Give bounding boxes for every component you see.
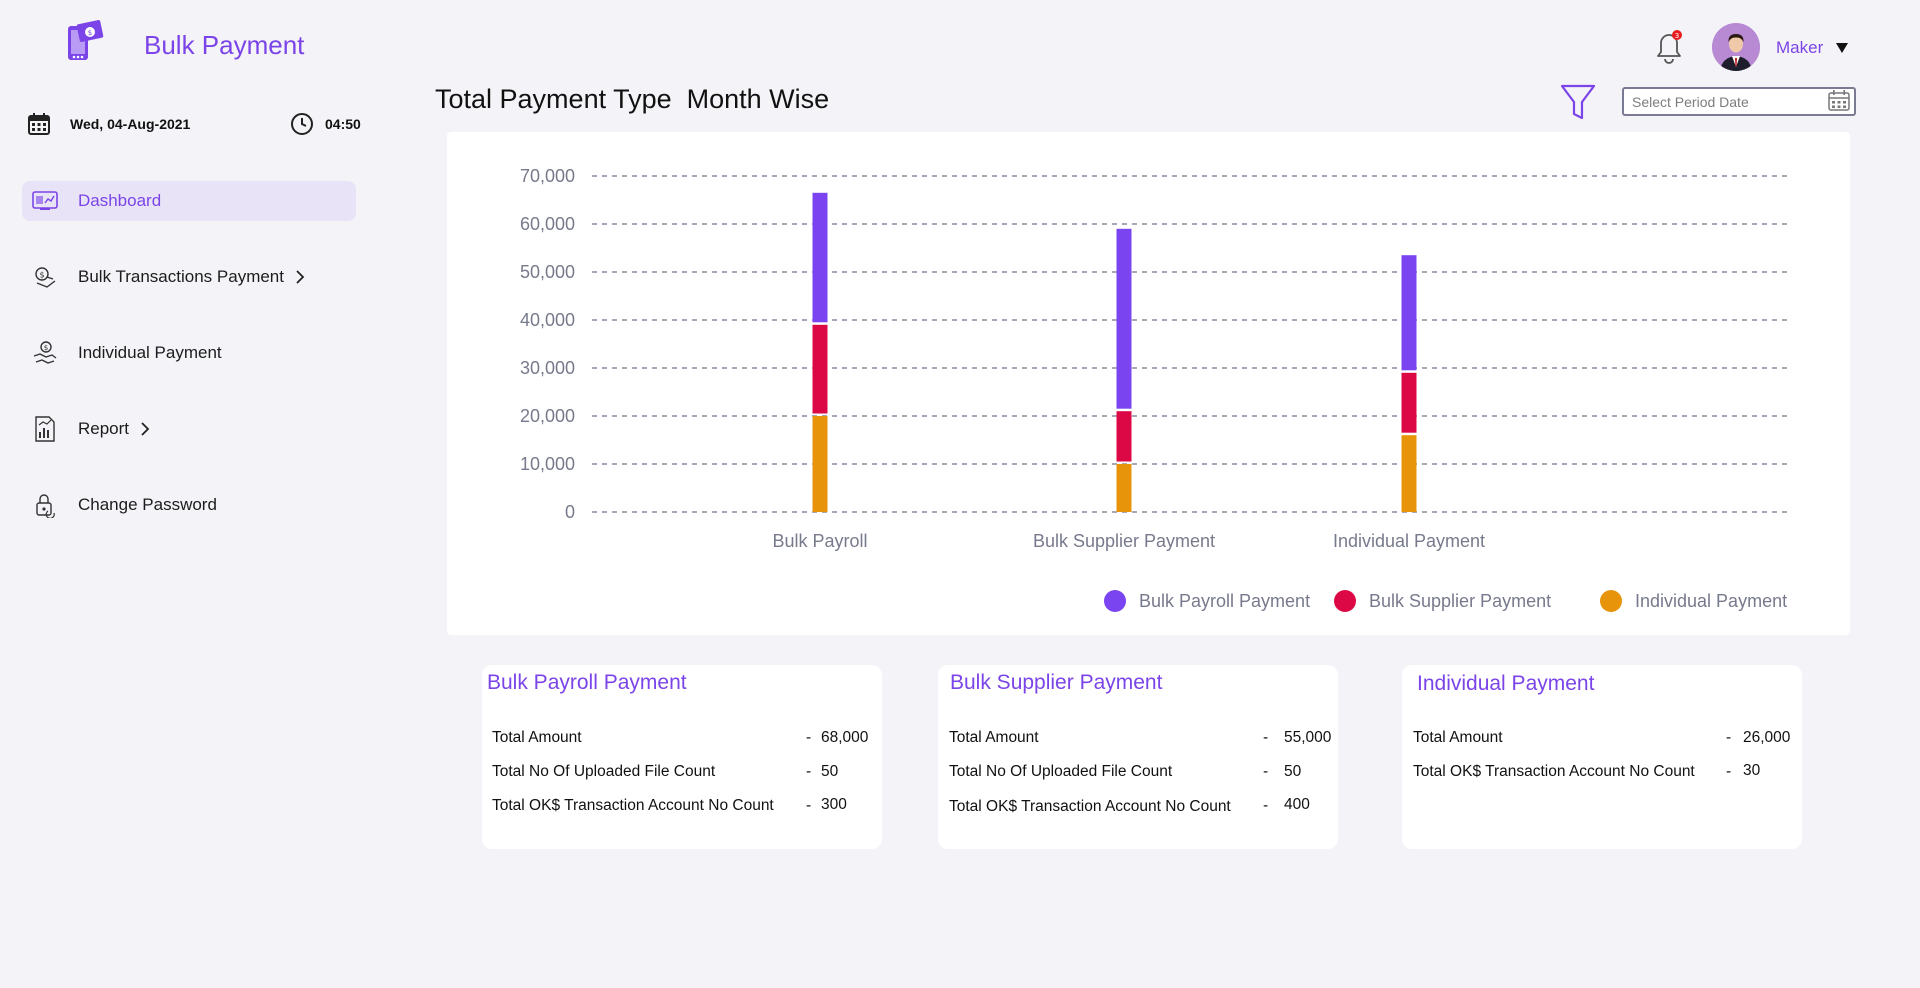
y-tick-label: 40,000 bbox=[520, 310, 575, 330]
filter-icon[interactable] bbox=[1560, 84, 1596, 122]
card-row-separator: - bbox=[806, 797, 812, 814]
sidebar-nav: Dashboard $ Bulk Transactions Payment $ … bbox=[22, 181, 356, 561]
card-row-separator: - bbox=[1263, 797, 1269, 814]
current-date: Wed, 04-Aug-2021 bbox=[70, 116, 191, 132]
card-row-label: Total Amount bbox=[949, 729, 1039, 746]
card-row-label: Total No Of Uploaded File Count bbox=[949, 763, 1173, 780]
calendar-icon[interactable] bbox=[1828, 90, 1850, 112]
page-title: Total Payment Type Month Wise bbox=[435, 84, 830, 114]
bar-segment bbox=[1116, 228, 1132, 409]
card-row-value: 30 bbox=[1743, 762, 1761, 779]
card-row-value: 26,000 bbox=[1743, 729, 1791, 746]
bar-segment bbox=[1401, 372, 1417, 433]
svg-text:$: $ bbox=[39, 271, 44, 280]
y-tick-label: 50,000 bbox=[520, 262, 575, 282]
y-tick-label: 10,000 bbox=[520, 454, 575, 474]
chevron-right-icon bbox=[296, 270, 305, 284]
summary-card-individual: Individual Payment Total Amount - 26,000… bbox=[1402, 665, 1802, 849]
individual-payment-icon: $ bbox=[32, 340, 58, 366]
bar-segment bbox=[812, 324, 828, 414]
notification-count: 3 bbox=[1675, 32, 1679, 40]
card-row-label: Total OK$ Transaction Account No Count bbox=[492, 797, 774, 814]
calendar-icon bbox=[28, 113, 50, 135]
legend-label: Bulk Supplier Payment bbox=[1369, 591, 1551, 611]
card-row-label: Total Amount bbox=[1413, 729, 1503, 746]
chart-card: 0 10,000 20,000 30,000 40,000 50,000 60,000 70,… bbox=[447, 132, 1850, 635]
bar-segment bbox=[1401, 255, 1417, 371]
card-row-value: 55,000 bbox=[1284, 729, 1332, 746]
y-tick-label: 60,000 bbox=[520, 214, 575, 234]
card-row-separator: - bbox=[1263, 763, 1269, 780]
y-tick-label: 0 bbox=[565, 502, 575, 522]
period-date-input[interactable] bbox=[1622, 87, 1856, 116]
clock-icon bbox=[291, 113, 313, 135]
sidebar-item-dashboard[interactable]: Dashboard bbox=[22, 181, 356, 221]
bulk-transactions-icon: $ bbox=[32, 264, 58, 290]
bar-segment bbox=[1116, 411, 1132, 462]
x-tick-label: Bulk Payroll bbox=[772, 531, 867, 551]
card-title: Bulk Payroll Payment bbox=[487, 671, 687, 694]
brand: $ Bulk Payment bbox=[66, 20, 304, 64]
wallet-phone-logo-icon: $ bbox=[68, 20, 104, 60]
legend-label: Bulk Payroll Payment bbox=[1139, 591, 1310, 611]
card-row-separator: - bbox=[1263, 729, 1269, 746]
y-tick-label: 30,000 bbox=[520, 358, 575, 378]
bar-segment bbox=[812, 416, 828, 512]
sidebar-item-label: Bulk Transactions Payment bbox=[78, 267, 284, 286]
app-title: Bulk Payment bbox=[144, 30, 305, 60]
user-avatar-icon bbox=[1712, 23, 1760, 71]
sidebar-item-report[interactable]: Report bbox=[22, 409, 356, 449]
dashboard-icon bbox=[32, 188, 58, 214]
legend-label: Individual Payment bbox=[1635, 591, 1787, 611]
chevron-right-icon bbox=[141, 422, 150, 436]
y-tick-label: 20,000 bbox=[520, 406, 575, 426]
legend-marker bbox=[1104, 590, 1126, 612]
card-row-label: Total Amount bbox=[492, 729, 582, 746]
bar-segment bbox=[1116, 464, 1132, 512]
lock-icon bbox=[32, 492, 58, 518]
card-row-separator: - bbox=[806, 729, 812, 746]
summary-card-bulk-payroll: Bulk Payroll Payment Total Amount - 68,0… bbox=[482, 665, 882, 849]
card-row-value: 50 bbox=[821, 763, 839, 780]
current-time: 04:50 bbox=[325, 116, 361, 132]
card-row-label: Total OK$ Transaction Account No Count bbox=[949, 798, 1231, 815]
sidebar-item-individual-payment[interactable]: $ Individual Payment bbox=[22, 333, 356, 373]
card-row-value: 400 bbox=[1284, 796, 1310, 813]
legend-marker bbox=[1334, 590, 1356, 612]
caret-down-icon[interactable] bbox=[1835, 42, 1849, 54]
report-icon bbox=[32, 416, 58, 442]
summary-card-bulk-supplier: Bulk Supplier Payment Total Amount - 55,… bbox=[938, 665, 1338, 849]
sidebar-item-label: Individual Payment bbox=[78, 343, 222, 362]
card-row-separator: - bbox=[1726, 763, 1732, 780]
card-row-label: Total OK$ Transaction Account No Count bbox=[1413, 763, 1695, 780]
user-name[interactable]: Maker bbox=[1776, 38, 1823, 58]
svg-text:$: $ bbox=[88, 29, 92, 37]
card-row-separator: - bbox=[1726, 729, 1732, 746]
sidebar-item-label: Dashboard bbox=[78, 191, 162, 210]
card-title: Bulk Supplier Payment bbox=[950, 671, 1163, 694]
sidebar-item-bulk-transactions-payment[interactable]: $ Bulk Transactions Payment bbox=[22, 257, 356, 297]
card-row-value: 68,000 bbox=[821, 729, 869, 746]
legend-marker bbox=[1600, 590, 1622, 612]
date-time-bar: Wed, 04-Aug-2021 04:50 bbox=[28, 112, 363, 136]
bar-segment bbox=[1401, 435, 1417, 512]
stacked-bar-chart: 0 10,000 20,000 30,000 40,000 50,000 60,000 70,… bbox=[520, 166, 1792, 612]
card-row-value: 50 bbox=[1284, 763, 1302, 780]
x-tick-label: Individual Payment bbox=[1333, 531, 1485, 551]
card-row-value: 300 bbox=[821, 796, 847, 813]
svg-text:$: $ bbox=[44, 344, 48, 352]
sidebar-item-label: Report bbox=[78, 419, 130, 438]
y-tick-label: 70,000 bbox=[520, 166, 575, 186]
avatar[interactable] bbox=[1712, 23, 1760, 71]
sidebar-item-change-password[interactable]: Change Password bbox=[22, 485, 356, 525]
bar-segment bbox=[812, 192, 828, 323]
card-row-separator: - bbox=[806, 763, 812, 780]
x-tick-label: Bulk Supplier Payment bbox=[1033, 531, 1215, 551]
sidebar-item-label: Change Password bbox=[78, 495, 217, 514]
notification-bell-icon[interactable]: 3 bbox=[1652, 28, 1686, 66]
card-title: Individual Payment bbox=[1417, 672, 1595, 695]
card-row-label: Total No Of Uploaded File Count bbox=[492, 763, 716, 780]
